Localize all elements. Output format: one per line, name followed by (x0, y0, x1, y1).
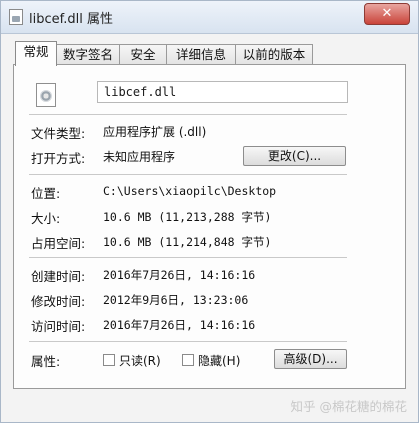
separator (29, 174, 347, 175)
file-type-value: 应用程序扩展 (.dll) (103, 125, 207, 139)
title-bar[interactable]: libcef.dll 属性 ✕ (1, 1, 418, 34)
readonly-checkbox[interactable] (103, 354, 115, 366)
tab-security[interactable]: 安全 (119, 44, 167, 64)
size-label: 大小: (31, 211, 61, 226)
hidden-label[interactable]: 隐藏(H) (198, 352, 240, 369)
location-label: 位置: (31, 186, 61, 201)
attributes-label: 属性: (31, 354, 61, 369)
accessed-value: 2016年7月26日, 14:16:16 (103, 318, 256, 332)
close-button[interactable]: ✕ (364, 3, 410, 25)
advanced-button[interactable]: 高级(D)... (274, 349, 347, 369)
location-value: C:\Users\xiaopilc\Desktop (103, 184, 277, 198)
file-name-field[interactable]: libcef.dll (97, 81, 348, 103)
tab-general[interactable]: 常规 (15, 41, 57, 66)
dll-file-icon (9, 9, 23, 25)
size-on-disk-label: 占用空间: (31, 236, 86, 251)
size-on-disk-value: 10.6 MB (11,214,848 字节) (103, 235, 272, 249)
file-type-label: 文件类型: (31, 126, 86, 141)
opens-with-value: 未知应用程序 (103, 150, 176, 164)
watermark-text: 知乎 @棉花糖的棉花 (290, 399, 407, 414)
modified-label: 修改时间: (31, 294, 86, 309)
created-label: 创建时间: (31, 269, 86, 284)
properties-window: libcef.dll 属性 ✕ 常规 数字签名 安全 详细信息 以前的版本 li… (0, 0, 419, 423)
separator (29, 257, 347, 258)
tab-digital-signature[interactable]: 数字签名 (56, 44, 120, 64)
accessed-label: 访问时间: (31, 319, 86, 334)
separator (29, 341, 347, 342)
modified-value: 2012年9月6日, 13:23:06 (103, 293, 249, 307)
tab-details[interactable]: 详细信息 (166, 44, 236, 64)
separator (29, 114, 347, 115)
created-value: 2016年7月26日, 14:16:16 (103, 268, 256, 282)
readonly-label[interactable]: 只读(R) (119, 352, 161, 369)
tab-previous-versions[interactable]: 以前的版本 (235, 44, 313, 64)
opens-with-label: 打开方式: (31, 151, 86, 166)
hidden-checkbox[interactable] (182, 354, 194, 366)
size-value: 10.6 MB (11,213,288 字节) (103, 210, 272, 224)
window-title: libcef.dll 属性 (29, 12, 113, 27)
change-button[interactable]: 更改(C)... (243, 146, 346, 166)
dll-file-icon-large (36, 83, 56, 107)
